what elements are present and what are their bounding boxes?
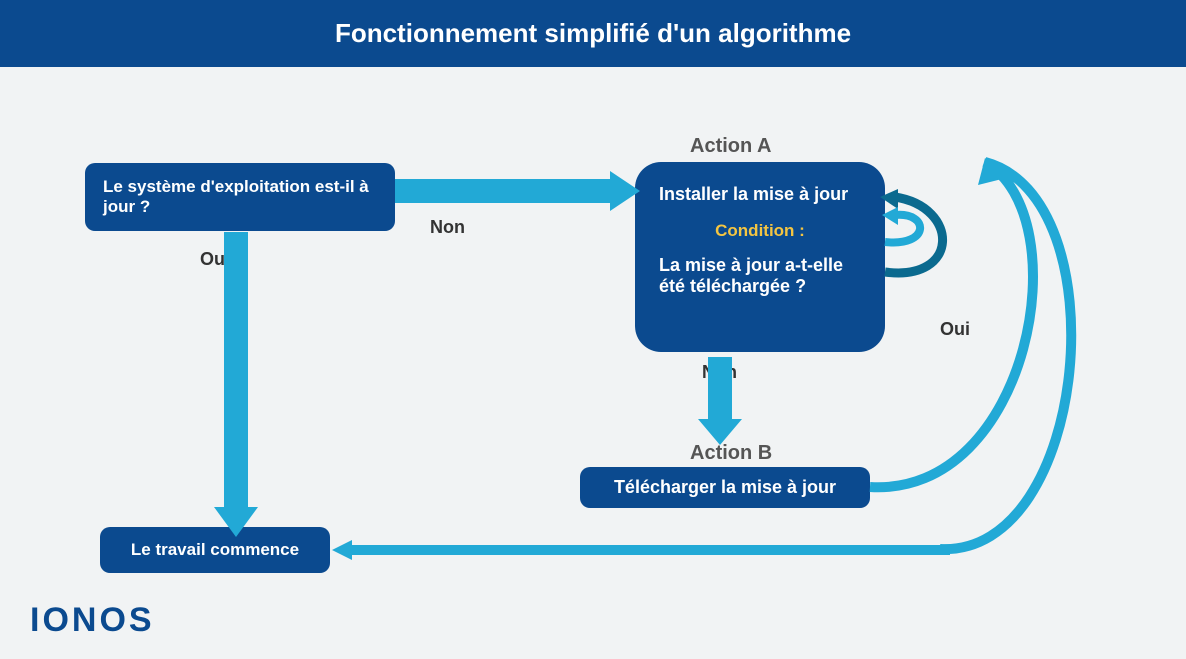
edge-label-no2: Non — [702, 362, 737, 383]
action-a-condition-text: La mise à jour a-t-elle été téléchargée … — [659, 255, 861, 297]
node-action-b: Télécharger la mise à jour — [580, 467, 870, 508]
diagram-title: Fonctionnement simplifié d'un algorithme — [0, 0, 1186, 67]
action-a-condition-label: Condition : — [659, 221, 861, 241]
node-question: Le système d'exploitation est-il à jour … — [85, 163, 395, 231]
action-a-line1: Installer la mise à jour — [659, 184, 861, 205]
edge-label-yes: Oui — [200, 249, 230, 270]
node-result: Le travail commence — [100, 527, 330, 573]
node-question-text: Le système d'exploitation est-il à jour … — [103, 177, 369, 216]
edge-label-yes-loop: Oui — [940, 319, 970, 340]
node-action-a: Installer la mise à jour Condition : La … — [635, 162, 885, 352]
brand-logo: IONOS — [30, 601, 155, 640]
action-b-text: Télécharger la mise à jour — [614, 477, 836, 497]
action-b-label: Action B — [690, 442, 772, 465]
result-text: Le travail commence — [131, 540, 299, 559]
action-a-label: Action A — [690, 135, 771, 158]
diagram-canvas: Le système d'exploitation est-il à jour … — [0, 67, 1186, 659]
edge-label-no: Non — [430, 217, 465, 238]
